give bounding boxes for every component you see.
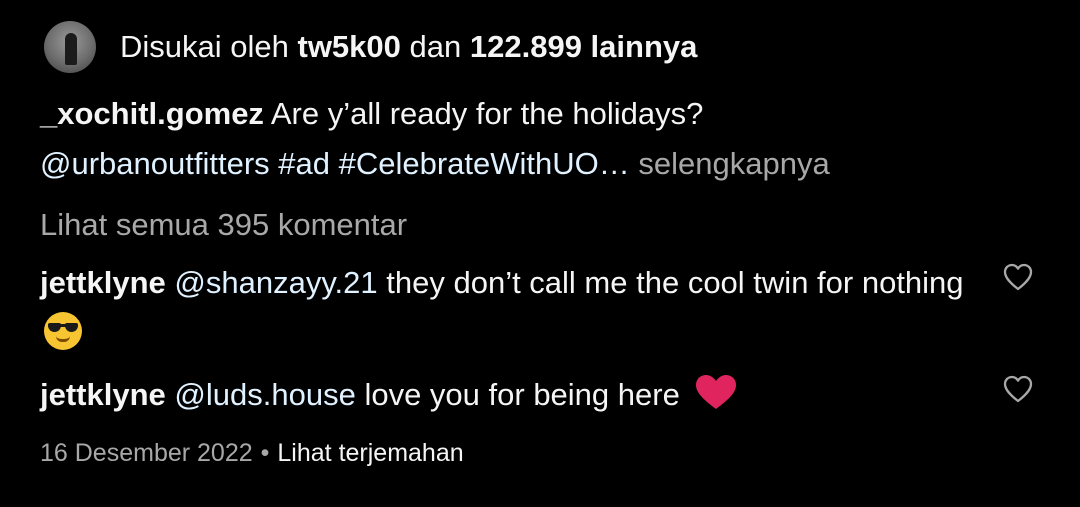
avatar-figure — [65, 33, 77, 65]
heart-outline-icon[interactable] — [1002, 262, 1034, 292]
caption-hashtag-uo[interactable]: #CelebrateWithUO… — [339, 146, 630, 181]
likes-conjunction: dan — [409, 29, 462, 64]
view-all-comments-link[interactable]: Lihat semua 395 komentar — [40, 200, 407, 250]
likes-summary[interactable]: Disukai oleh tw5k00 dan 122.899 lainnya — [44, 20, 697, 74]
comment-username[interactable]: jettklyne — [40, 265, 166, 300]
heart-outline-icon[interactable] — [1002, 374, 1034, 404]
caption-text: Are y’all ready for the holidays? — [270, 96, 704, 131]
caption-more-link[interactable]: selengkapnya — [638, 146, 829, 181]
translate-link[interactable]: Lihat terjemahan — [277, 439, 463, 467]
post-date: 16 Desember 2022 — [40, 439, 253, 467]
comment-username[interactable]: jettklyne — [40, 377, 166, 412]
comment-item: jettklyne @shanzayy.21 they don’t call m… — [40, 258, 980, 358]
comment-text: they don’t call me the cool twin for not… — [386, 265, 964, 300]
likes-count[interactable]: 122.899 lainnya — [470, 29, 698, 64]
post-caption: _xochitl.gomez Are y’all ready for the h… — [40, 89, 1020, 189]
caption-username[interactable]: _xochitl.gomez — [40, 96, 264, 131]
separator-dot: • — [260, 439, 270, 467]
comment-mention[interactable]: @shanzayy.21 — [174, 265, 377, 300]
smiling-face-with-sunglasses-icon — [44, 312, 82, 350]
caption-hashtag-ad[interactable]: #ad — [278, 146, 330, 181]
comment-mention[interactable]: @luds.house — [174, 377, 355, 412]
comment-text: love you for being here — [364, 377, 680, 412]
likes-text: Disukai oleh tw5k00 dan 122.899 lainnya — [120, 27, 697, 67]
liker-avatar[interactable] — [44, 21, 96, 73]
likes-prefix: Disukai oleh — [120, 29, 289, 64]
caption-mention[interactable]: @urbanoutfitters — [40, 146, 270, 181]
liker-username[interactable]: tw5k00 — [298, 29, 401, 64]
comment-item: jettklyne @luds.house love you for being… — [40, 370, 980, 426]
post-footer: 16 Desember 2022 • Lihat terjemahan — [40, 436, 464, 470]
red-heart-icon — [694, 373, 738, 426]
